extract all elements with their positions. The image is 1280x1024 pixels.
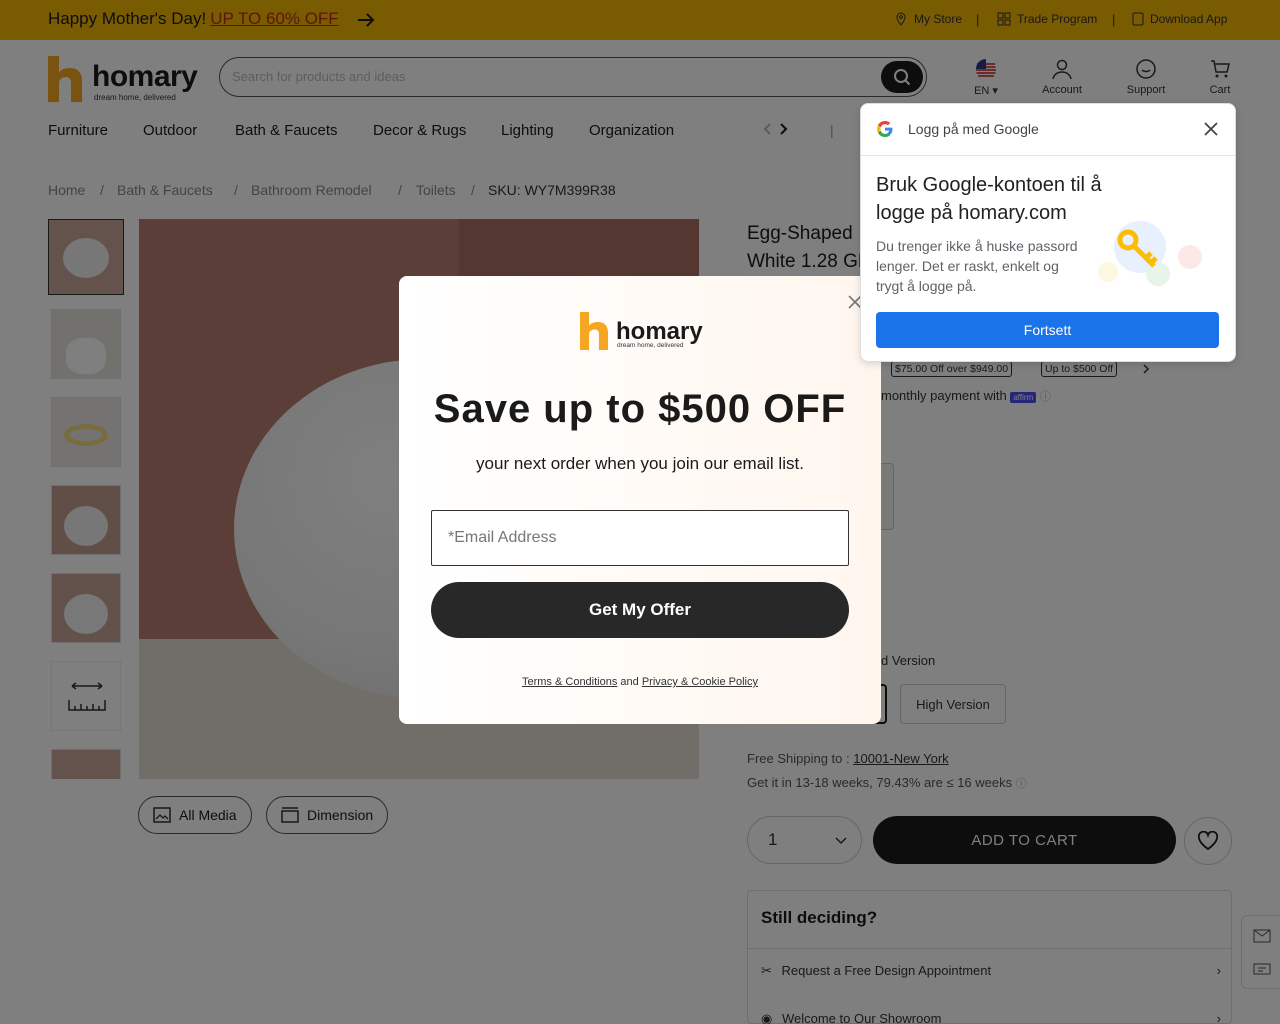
terms-link[interactable]: Terms & Conditions: [522, 676, 617, 688]
email-input[interactable]: [431, 510, 849, 566]
google-continue-button[interactable]: Fortsett: [876, 312, 1219, 348]
modal-logo-tagline: dream home, delivered: [617, 342, 684, 349]
homary-logo-icon: [580, 312, 608, 350]
google-logo-icon: [877, 121, 893, 137]
divider: [861, 155, 1235, 156]
modal-subtitle: your next order when you join our email …: [476, 454, 804, 473]
close-icon[interactable]: [1202, 120, 1220, 138]
privacy-link[interactable]: Privacy & Cookie Policy: [642, 676, 758, 688]
key-illustration-icon: [1098, 221, 1202, 286]
google-popup-title: Logg på med Google: [908, 121, 1039, 137]
google-popup-heading: Bruk Google-kontoen til å logge på homar…: [876, 174, 1102, 224]
legal-and: and: [620, 676, 639, 688]
get-my-offer-button[interactable]: Get My Offer: [431, 582, 849, 638]
modal-headline: Save up to $500 OFF: [433, 387, 847, 431]
google-popup-body: Du trenger ikke å huske passord lenger. …: [876, 238, 1078, 294]
legal-links: Terms & Conditions and Privacy & Cookie …: [399, 676, 881, 688]
